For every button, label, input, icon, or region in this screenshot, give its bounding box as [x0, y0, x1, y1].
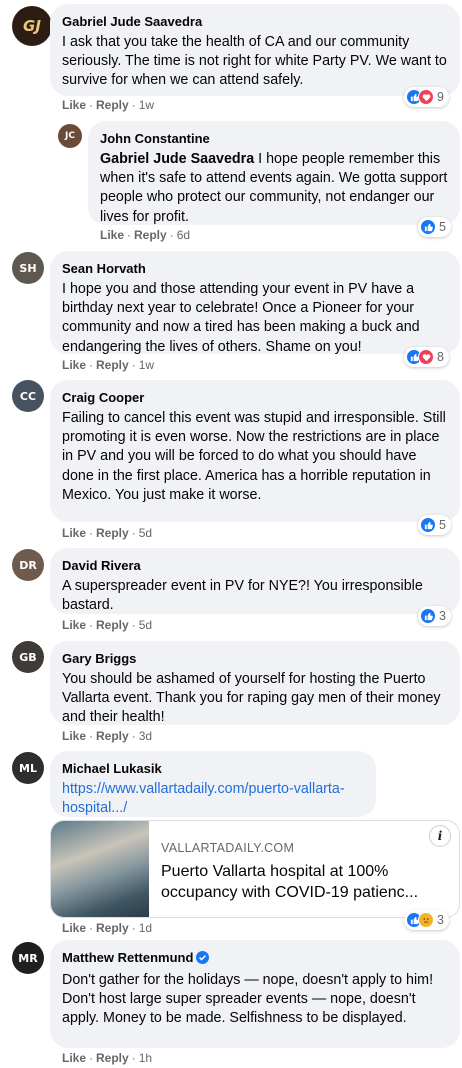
love-icon	[418, 89, 434, 105]
comment-author[interactable]: Michael Lukasik	[62, 760, 364, 778]
like-button[interactable]: Like	[62, 358, 86, 372]
comment-timestamp[interactable]: 1w	[139, 358, 154, 372]
avatar[interactable]: SH	[12, 252, 44, 284]
reaction-summary[interactable]: 9	[404, 87, 449, 107]
reply-button[interactable]: Reply	[96, 618, 129, 632]
like-icon	[420, 517, 436, 533]
comment-timestamp[interactable]: 5d	[139, 618, 152, 632]
reply-button[interactable]: Reply	[134, 228, 167, 242]
like-icon	[420, 219, 436, 235]
comment-text: I hope you and those attending your even…	[62, 281, 420, 355]
reaction-count: 3	[439, 609, 446, 623]
link-preview-image	[51, 821, 149, 917]
comment-actions: Like · Reply · 5d	[62, 526, 153, 540]
comment-bubble: Gary Briggs You should be ashamed of you…	[50, 641, 460, 725]
reply-button[interactable]: Reply	[96, 358, 129, 372]
comment-text: You should be ashamed of yourself for ho…	[62, 671, 441, 726]
avatar-initial: SH	[19, 261, 37, 275]
comment-actions: Like · Reply · 1h	[62, 1051, 153, 1065]
comment-author[interactable]: Sean Horvath	[62, 260, 448, 278]
link-preview-card[interactable]: VALLARTADAILY.COM Puerto Vallarta hospit…	[50, 820, 460, 918]
love-icon	[418, 349, 434, 365]
reaction-count: 9	[437, 90, 444, 104]
comment-bubble: Matthew Rettenmund Don't gather for the …	[50, 940, 460, 1048]
comment-bubble: Sean Horvath I hope you and those attend…	[50, 251, 460, 355]
comment-author[interactable]: John Constantine	[100, 130, 448, 148]
reaction-count: 8	[437, 350, 444, 364]
avatar[interactable]: GB	[12, 641, 44, 673]
avatar-initial: GB	[19, 650, 37, 664]
reaction-count: 5	[439, 220, 446, 234]
comment-author[interactable]: David Rivera	[62, 557, 448, 575]
like-button[interactable]: Like	[100, 228, 124, 242]
reply-button[interactable]: Reply	[96, 526, 129, 540]
avatar-initial: JC	[65, 131, 75, 141]
reaction-count: 5	[439, 518, 446, 532]
comment-bubble: David Rivera A superspreader event in PV…	[50, 548, 460, 614]
reaction-count: 3	[437, 913, 444, 927]
comment-timestamp[interactable]: 5d	[139, 526, 152, 540]
avatar[interactable]: DR	[12, 549, 44, 581]
sad-icon	[418, 912, 434, 928]
like-button[interactable]: Like	[62, 98, 86, 112]
avatar-initial: ML	[19, 761, 37, 775]
comment-text: Don't gather for the holidays — nope, do…	[62, 972, 434, 1027]
reaction-summary[interactable]: 5	[418, 515, 451, 535]
reaction-summary[interactable]: 3	[404, 910, 449, 930]
comment-text: Gabriel Jude Saavedra I hope people reme…	[100, 151, 448, 225]
comment-text: A superspreader event in PV for NYE?! Yo…	[62, 578, 423, 614]
verified-badge-icon	[196, 951, 210, 969]
reply-button[interactable]: Reply	[96, 921, 129, 935]
like-button[interactable]: Like	[62, 921, 86, 935]
reply-button[interactable]: Reply	[96, 1051, 129, 1065]
comment-bubble: Michael Lukasik https://www.vallartadail…	[50, 751, 376, 817]
reaction-summary[interactable]: 3	[418, 606, 451, 626]
comment-timestamp[interactable]: 6d	[177, 228, 190, 242]
info-icon[interactable]: i	[429, 825, 451, 847]
comment-actions: Like · Reply · 5d	[62, 618, 153, 632]
comment-timestamp[interactable]: 3d	[139, 729, 152, 743]
comment-actions: Like · Reply · 1d	[62, 921, 153, 935]
comment-actions: Like · Reply · 3d	[62, 729, 153, 743]
like-button[interactable]: Like	[62, 526, 86, 540]
comment-text: Failing to cancel this event was stupid …	[62, 410, 446, 503]
like-icon	[420, 608, 436, 624]
reaction-summary[interactable]: 5	[418, 217, 451, 237]
like-button[interactable]: Like	[62, 729, 86, 743]
comment-author-row: Matthew Rettenmund	[62, 949, 448, 969]
comment-link[interactable]: https://www.vallartadaily.com/puerto-val…	[62, 780, 364, 818]
reply-button[interactable]: Reply	[96, 729, 129, 743]
avatar-initial: DR	[19, 558, 37, 572]
reply-button[interactable]: Reply	[96, 98, 129, 112]
like-button[interactable]: Like	[62, 618, 86, 632]
avatar-initial: MR	[18, 951, 38, 965]
avatar[interactable]: CC	[12, 380, 44, 412]
comment-author[interactable]: Gary Briggs	[62, 650, 448, 668]
reaction-summary[interactable]: 8	[404, 347, 449, 367]
avatar[interactable]: JC	[58, 124, 82, 148]
avatar[interactable]: ML	[12, 752, 44, 784]
link-preview-title: Puerto Vallarta hospital at 100% occupan…	[161, 863, 419, 901]
avatar-initial: CC	[19, 389, 37, 403]
comment-actions: Like · Reply · 1w	[62, 98, 155, 112]
link-preview-domain: VALLARTADAILY.COM	[161, 841, 295, 855]
avatar[interactable]: MR	[12, 942, 44, 974]
comment-timestamp[interactable]: 1w	[139, 98, 154, 112]
comment-author[interactable]: Gabriel Jude Saavedra	[62, 13, 448, 31]
comment-bubble: John Constantine Gabriel Jude Saavedra I…	[88, 121, 460, 225]
comment-author[interactable]: Craig Cooper	[62, 389, 448, 407]
comment-timestamp[interactable]: 1h	[139, 1051, 152, 1065]
comment-text: I ask that you take the health of CA and…	[62, 34, 447, 89]
comment-actions: Like · Reply · 1w	[62, 358, 155, 372]
comment-actions: Like · Reply · 6d	[100, 228, 191, 242]
like-button[interactable]: Like	[62, 1051, 86, 1065]
comment-bubble: Gabriel Jude Saavedra I ask that you tak…	[50, 4, 460, 96]
comment-bubble: Craig Cooper Failing to cancel this even…	[50, 380, 460, 522]
comment-author[interactable]: Matthew Rettenmund	[62, 950, 193, 965]
avatar-initial: GJ	[23, 17, 41, 35]
mention-link[interactable]: Gabriel Jude Saavedra	[100, 151, 254, 167]
avatar[interactable]: GJ	[12, 6, 52, 46]
comment-timestamp[interactable]: 1d	[139, 921, 152, 935]
